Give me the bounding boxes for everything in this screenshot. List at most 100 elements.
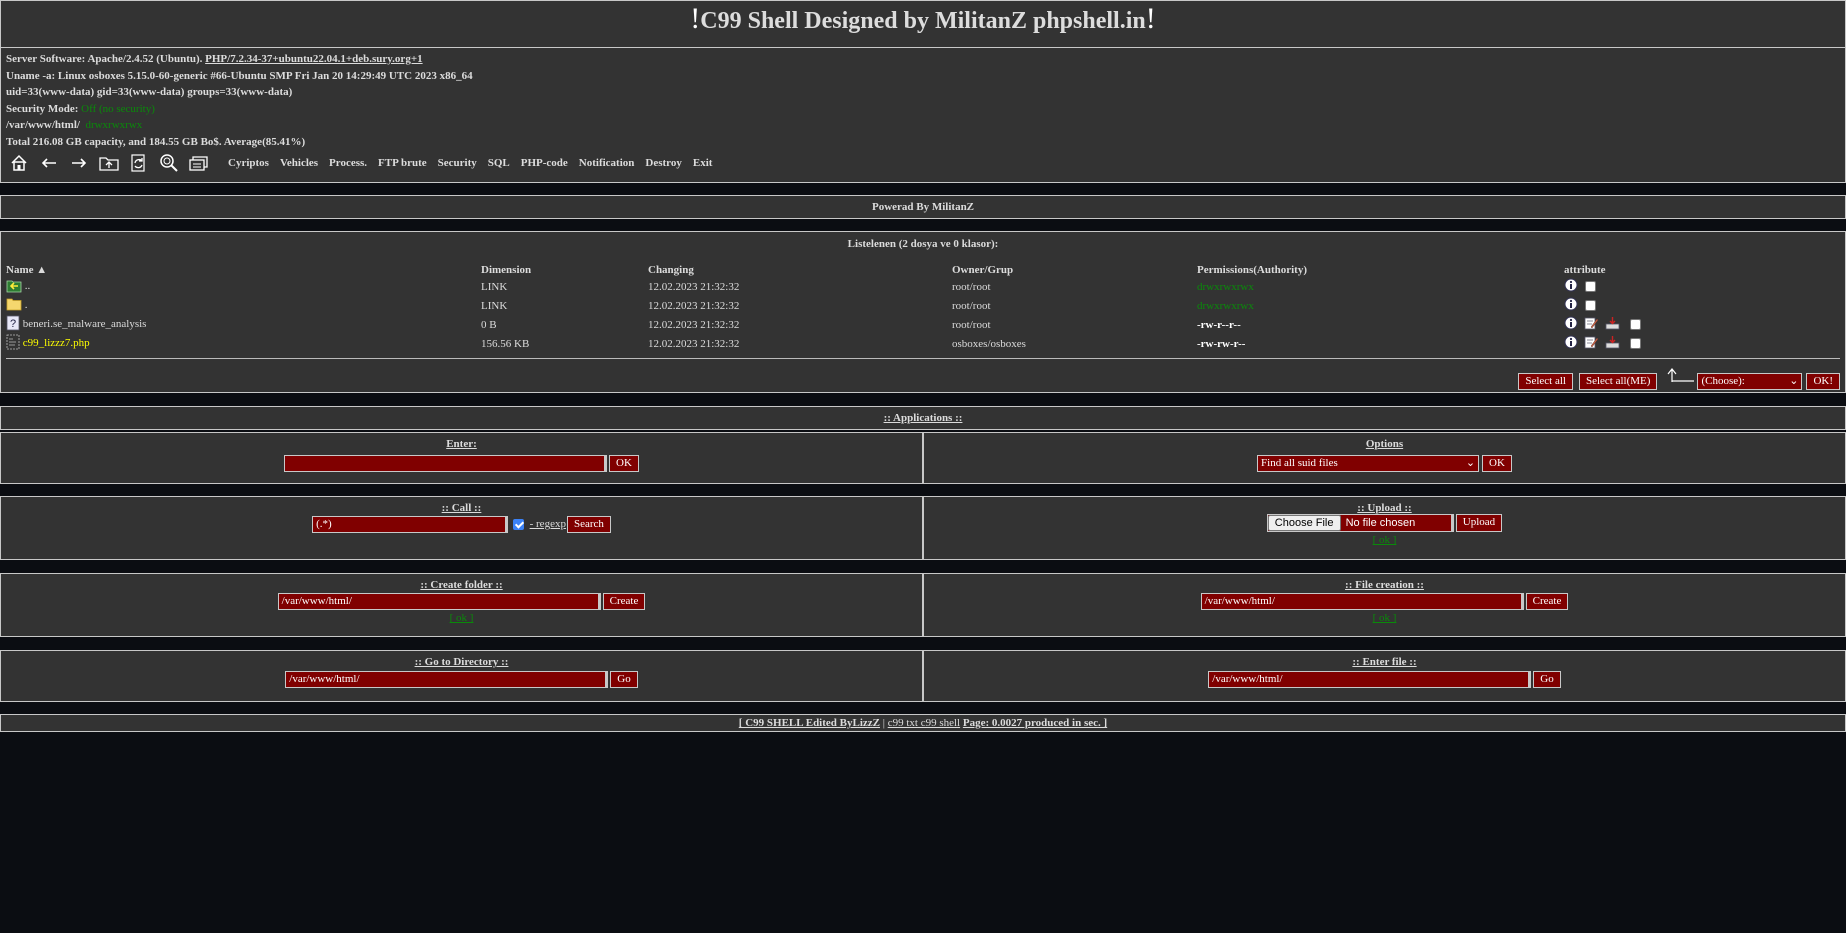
enter-file-input[interactable]: /var/www/html/ (1208, 671, 1532, 688)
table-row: .. LINK 12.02.2023 21:32:32 root/root dr… (6, 277, 1840, 296)
toolbar-link-security[interactable]: Security (438, 157, 477, 169)
file-perms-link[interactable]: -rw-rw-r-- (1197, 334, 1564, 353)
toolbar-link-notification[interactable]: Notification (579, 157, 635, 169)
regexp-checkbox[interactable] (512, 519, 524, 530)
sort-arrow-icon[interactable]: ▲ (36, 264, 47, 276)
toolbar-link-ftp-brute[interactable]: FTP brute (378, 157, 427, 169)
call-search-button[interactable]: Search (566, 516, 611, 533)
options-select[interactable]: Find all suid files ⌄ (1257, 455, 1480, 472)
search-icon[interactable] (156, 152, 182, 174)
footer-brand-link[interactable]: [ C99 SHELL Edited ByLizzZ (739, 717, 880, 729)
no-file-chosen-text: No file chosen (1345, 517, 1416, 529)
create-row: :: Create folder :: /var/www/html/Create… (0, 573, 1846, 637)
toolbar-link-process[interactable]: Process. (329, 157, 367, 169)
upload-file-input[interactable]: Choose File No file chosen (1266, 514, 1454, 532)
file-owner: root/root (952, 280, 991, 293)
info-icon[interactable] (1564, 316, 1578, 333)
action-ok-button[interactable]: OK! (1806, 373, 1840, 390)
upload-title[interactable]: :: Upload :: (924, 502, 1845, 514)
file-perms-link[interactable]: drwxrwxrwx (1197, 277, 1564, 296)
server-software-value: Apache/2.4.52 (Ubuntu). (87, 53, 203, 65)
toolbar-link-exit[interactable]: Exit (693, 157, 713, 169)
forward-arrow-icon[interactable] (66, 152, 92, 174)
go-dir-panel: :: Go to Directory :: /var/www/html/Go (0, 650, 923, 702)
call-title[interactable]: :: Call :: (1, 502, 922, 514)
create-folder-input[interactable]: /var/www/html/ (277, 593, 601, 610)
download-icon[interactable] (1605, 316, 1620, 333)
file-creation-input[interactable]: /var/www/html/ (1200, 593, 1524, 610)
edit-icon[interactable] (1584, 335, 1599, 352)
applications-bar: :: Applications :: (0, 406, 1846, 430)
go-dir-button[interactable]: Go (610, 671, 638, 688)
column-header-name[interactable]: Name ▲ (6, 263, 481, 277)
row-select-checkbox[interactable] (1584, 281, 1596, 292)
chevron-down-icon: ⌄ (1465, 457, 1476, 469)
buffer-icon[interactable] (186, 152, 212, 174)
enter-panel: Enter: OK (0, 432, 923, 484)
column-header-owner[interactable]: Owner/Grup (952, 263, 1197, 277)
toolbar-link-destroy[interactable]: Destroy (645, 157, 681, 169)
file-perms-link[interactable]: drwxrwxrwx (1197, 296, 1564, 315)
file-name-link[interactable]: . (25, 299, 28, 311)
column-header-changing[interactable]: Changing (648, 263, 952, 277)
file-name-link[interactable]: .. (25, 280, 31, 292)
svg-text:?: ? (10, 318, 16, 330)
file-name-link[interactable]: c99_lizzz7.php (23, 337, 90, 349)
options-ok-button[interactable]: OK (1482, 455, 1512, 472)
select-all-me-button[interactable]: Select all(ME) (1578, 373, 1658, 390)
toolbar-link-php-code[interactable]: PHP-code (521, 157, 568, 169)
options-panel: Options Find all suid files ⌄ OK (923, 432, 1846, 484)
folder-up-icon[interactable] (96, 152, 122, 174)
refresh-icon[interactable] (126, 152, 152, 174)
info-icon[interactable] (1564, 297, 1578, 314)
back-arrow-icon[interactable] (36, 152, 62, 174)
file-creation-ok-link[interactable]: [ ok ] (924, 612, 1845, 624)
home-icon[interactable] (6, 152, 32, 174)
call-input[interactable]: (.*) (312, 516, 509, 533)
current-path[interactable]: /var/www/html/ (6, 119, 80, 131)
download-icon[interactable] (1605, 335, 1620, 352)
enter-file-button[interactable]: Go (1533, 671, 1561, 688)
table-row: c99_lizzz7.php 156.56 KB 12.02.2023 21:3… (6, 334, 1840, 353)
action-select[interactable]: (Choose): ⌄ (1697, 373, 1803, 390)
row-select-checkbox[interactable] (1630, 319, 1642, 330)
create-folder-button[interactable]: Create (602, 593, 646, 610)
info-icon[interactable] (1564, 335, 1578, 352)
regexp-label[interactable]: - regexp (530, 518, 566, 530)
go-dir-input[interactable]: /var/www/html/ (285, 671, 609, 688)
upload-button[interactable]: Upload (1455, 514, 1503, 532)
applications-title[interactable]: :: Applications :: (884, 412, 963, 424)
chevron-down-icon: ⌄ (1789, 375, 1799, 387)
footer-middle-link[interactable]: c99 txt c99 shell (888, 717, 960, 729)
go-dir-title[interactable]: :: Go to Directory :: (1, 656, 922, 668)
create-folder-title[interactable]: :: Create folder :: (1, 579, 922, 591)
php-version-link[interactable]: PHP/7.2.34-37+ubuntu22.04.1+deb.sury.org… (205, 53, 422, 65)
enter-ok-button[interactable]: OK (609, 455, 639, 472)
header-frame: !C99 Shell Designed by MilitanZ phpshell… (0, 0, 1846, 183)
select-all-button[interactable]: Select all (1518, 373, 1573, 390)
row-select-checkbox[interactable] (1630, 338, 1642, 349)
toolbar-link-cyriptos[interactable]: Cyriptos (228, 157, 269, 169)
toolbar: Cyriptos Vehicles Process. FTP brute Sec… (6, 151, 1840, 175)
enter-input[interactable] (284, 455, 608, 472)
upload-ok-link[interactable]: [ ok ] (924, 534, 1845, 546)
table-row: . LINK 12.02.2023 21:32:32 root/root drw… (6, 296, 1840, 315)
row-select-checkbox[interactable] (1584, 300, 1596, 311)
toolbar-link-vehicles[interactable]: Vehicles (280, 157, 318, 169)
column-header-attribute: attribute (1564, 264, 1606, 276)
choose-file-button[interactable]: Choose File (1267, 515, 1341, 531)
edit-icon[interactable] (1584, 316, 1599, 333)
column-header-dimension[interactable]: Dimension (481, 263, 648, 277)
info-icon[interactable] (1564, 278, 1578, 295)
create-folder-ok-link[interactable]: [ ok ] (1, 612, 922, 624)
file-creation-button[interactable]: Create (1525, 593, 1569, 610)
column-header-permissions[interactable]: Permissions(Authority) (1197, 263, 1564, 277)
file-owner: root/root (952, 318, 991, 331)
toolbar-link-sql[interactable]: SQL (488, 157, 510, 169)
enter-file-title[interactable]: :: Enter file :: (924, 656, 1845, 668)
unknown-file-icon: ? (6, 315, 20, 334)
file-name-link[interactable]: beneri.se_malware_analysis (23, 318, 147, 330)
file-creation-title[interactable]: :: File creation :: (924, 579, 1845, 591)
file-perms-link[interactable]: -rw-r--r-- (1197, 315, 1564, 334)
table-row: ? beneri.se_malware_analysis 0 B 12.02.2… (6, 315, 1840, 334)
